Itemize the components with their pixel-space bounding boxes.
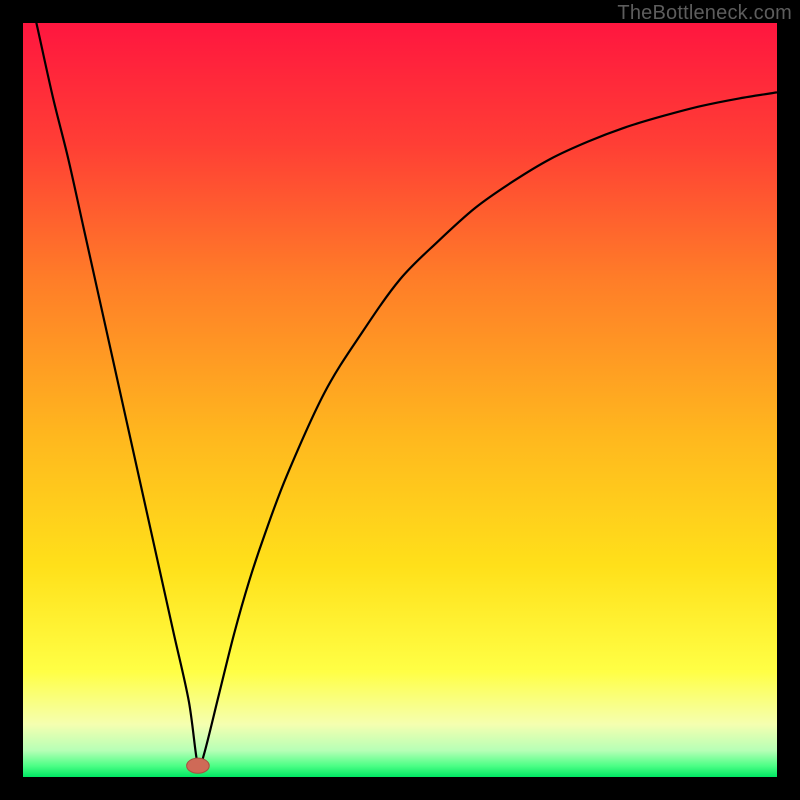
plot-area — [23, 23, 777, 777]
chart-frame: TheBottleneck.com — [0, 0, 800, 800]
chart-svg — [23, 23, 777, 777]
bottleneck-curve — [23, 23, 777, 769]
watermark-text: TheBottleneck.com — [617, 2, 792, 25]
min-marker — [187, 758, 210, 773]
